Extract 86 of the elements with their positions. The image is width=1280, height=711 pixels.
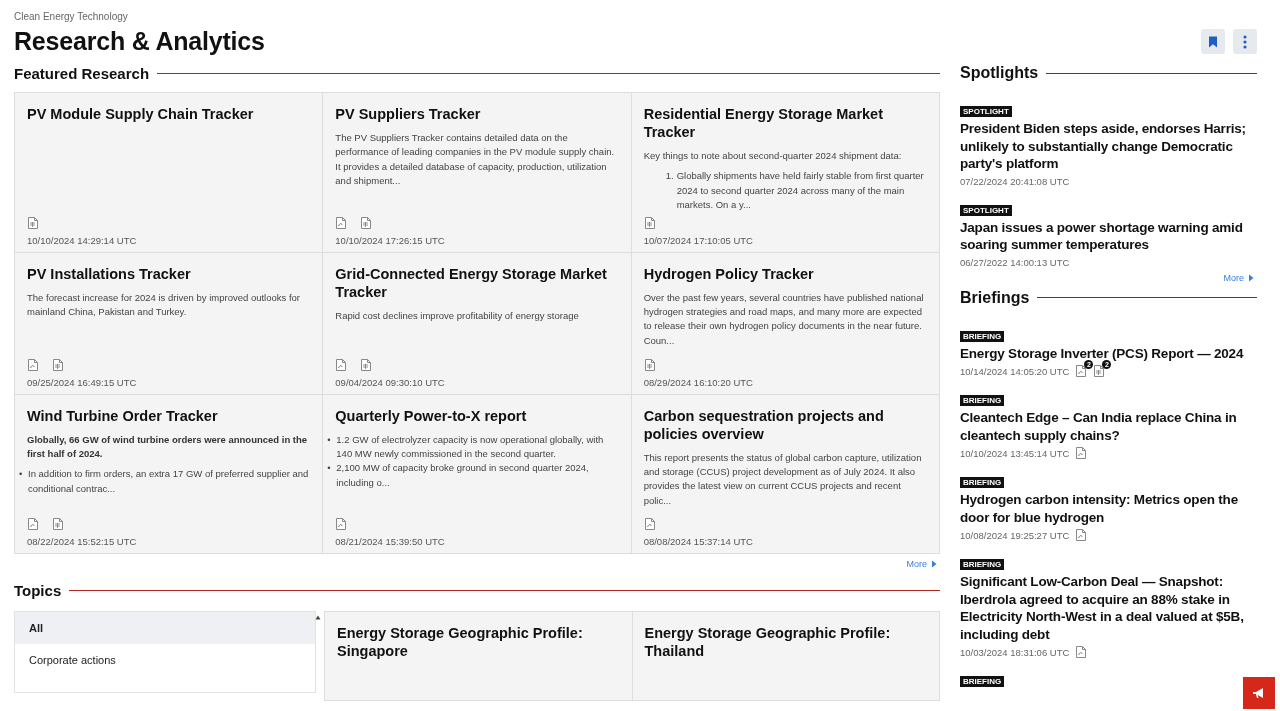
category-tag: BRIEFING [960,330,1005,342]
card-title[interactable]: Carbon sequestration projects and policies overview [643,406,927,443]
card-title[interactable]: Energy Storage Geographic Profile: Singapore [337,624,620,661]
research-card[interactable] [631,252,939,394]
page-title: Research & Analytics [14,27,265,56]
card-summary: Rapid cost declines improve profitability of energy storage [335,308,580,323]
card-title[interactable]: Quarterly Power-to-X report [335,406,619,425]
category-tag: BRIEFING [960,559,1005,570]
headline-link[interactable]: Japan issues a power shortage warning amid soaring summer temperatures [960,218,1257,254]
section-heading: Featured Research [14,64,150,82]
card-title[interactable]: Wind Turbine Order Tracker [27,406,311,425]
research-card[interactable]: PV Module Supply Chain Tracker 10/10/2024 14:29:14 UTC [15,93,323,252]
timestamp: 10/10/2024 17:26:15 UTC [335,234,446,246]
megaphone-icon [1252,687,1266,699]
research-card[interactable] [15,394,323,554]
timestamp: 10/03/2024 18:31:06 UTC [960,646,1070,658]
list-item-text: 1.2 GW of electrolyzer capacity is now operational globally, with 140 MW newly commissioned in the second quarter. [336,432,605,462]
bullet: • [19,467,24,482]
more-options-button[interactable] [1233,29,1257,54]
bullet: • [327,461,332,476]
pdf-file-icon[interactable] [1075,365,1088,377]
topic-item[interactable]: All [15,612,315,645]
research-card[interactable] [631,394,939,554]
research-card[interactable] [631,93,939,252]
research-card[interactable]: Grid-Connected Energy Storage Market Tracker Rapid cost declines improve profitability of energy storage 09/04/2024 09:30:10 UTC [323,252,631,394]
section-heading: Topics [14,581,62,599]
headline-link[interactable]: Cleantech Edge – Can India replace China in cleantech supply chains? [960,409,1257,444]
research-card[interactable] [323,394,631,554]
timestamp: 10/14/2024 14:05:20 UTC [960,365,1070,377]
timestamp: 10/07/2024 17:10:05 UTC [643,234,754,246]
section-heading: Briefings [960,288,1030,307]
feedback-button[interactable] [1243,677,1275,709]
list-number: 1. [665,169,675,184]
topic-item[interactable]: Corporate actions [15,644,315,677]
timestamp: 09/25/2024 16:49:15 UTC [27,376,138,388]
card-title[interactable]: PV Installations Tracker [27,264,311,283]
caret-icon [1248,273,1254,282]
card-title[interactable]: Energy Storage Geographic Profile: Thailand [644,624,927,661]
bullet: • [327,432,332,447]
timestamp: 08/21/2024 15:39:50 UTC [335,536,446,548]
headline-link[interactable]: Hydrogen carbon intensity: Metrics open the door for blue hydrogen [960,491,1257,526]
category-tag: SPOTLIGHT [960,106,1012,117]
research-card[interactable]: PV Installations Tracker The forecast increase for 2024 is driven by improved outlooks for mainland China, Pakistan and Turkey. 09/25/2024 16:49:15 UTC [15,252,323,394]
section-heading: Spotlights [960,64,1039,82]
topic-card[interactable]: Energy Storage Geographic Profile: Thailand [632,612,939,701]
more-link[interactable]: More [906,559,937,570]
kebab-menu-icon [1243,34,1247,49]
category-tag: BRIEFING [960,477,1005,488]
timestamp: 07/22/2024 20:41:08 UTC [960,175,1070,187]
timestamp: 10/10/2024 13:45:14 UTC [960,447,1070,459]
card-title[interactable]: Grid-Connected Energy Storage Market Tracker [335,264,619,301]
category-tag: SPOTLIGHT [960,204,1012,216]
card-summary: This report presents the status of global carbon capture, utilization and storage (CCUS) project development as of July 2024. It also provides the latest view on current CCUS projects and recent polic... [643,450,923,508]
timestamp: 08/22/2024 15:52:15 UTC [27,536,138,548]
card-summary: The forecast increase for 2024 is driven by improved outlooks for mainland China, Pakistan and Turkey. [27,290,301,320]
category-tag: BRIEFING [960,676,1005,687]
timestamp: 08/29/2024 16:10:20 UTC [643,376,754,388]
list-item-text: In addition to firm orders, an extra 17 GW of preferred supplier and conditional contrac... [28,467,310,496]
card-summary: The PV Suppliers Tracker contains detailed data on the performance of leading companies in the PV module supply chain. It provides a detailed database of capacity, production, utilization and shipment... [335,131,616,189]
topic-card[interactable]: Energy Storage Geographic Profile: Singapore [325,612,632,701]
card-title[interactable]: PV Suppliers Tracker [335,105,619,123]
timestamp: 10/08/2024 19:25:27 UTC [960,529,1070,541]
card-summary: Key things to note about second-quarter 2024 shipment data: [643,149,903,163]
category-tag: BRIEFING [960,395,1005,406]
card-summary: Globally, 66 GW of wind turbine orders were announced in the first half of 2024. [27,432,309,462]
card-title[interactable]: Residential Energy Storage Market Tracker [643,105,927,141]
research-card[interactable] [323,93,631,252]
headline-link[interactable]: President Biden steps aside, endorses Harris; unlikely to substantially change Democratic party's platform [960,120,1257,173]
headline-link[interactable]: Significant Low-Carbon Deal — Snapshot: Iberdrola agreed to acquire an 88% stake in Electricity North-West in a deal valued at $5B, including debt [960,573,1257,643]
scroll-up-icon[interactable] [315,615,321,621]
card-title[interactable]: Hydrogen Policy Tracker [643,264,927,283]
breadcrumb[interactable]: Clean Energy Technology [14,11,265,22]
headline-link[interactable]: Energy Storage Inverter (PCS) Report — 2024 [960,344,1257,362]
bookmark-icon [1208,35,1218,48]
list-item-text: Globally shipments have held fairly stable from first quarter 2024 to second quarter 2024 across many of the main markets. On a y... [676,169,925,213]
more-link[interactable]: More [1223,272,1254,283]
caret-icon [931,560,937,569]
timestamp: 08/08/2024 15:37:14 UTC [643,536,754,548]
card-summary: Over the past few years, several countries have published national hydrogen strategies and road maps, and many more are expected to release their own hydrogen policy documents in the near future. Coun... [643,290,925,348]
timestamp: 10/10/2024 14:29:14 UTC [27,234,138,246]
timestamp: 09/04/2024 09:30:10 UTC [335,376,446,388]
bookmark-button[interactable] [1201,29,1225,54]
timestamp: 06/27/2022 14:00:13 UTC [960,256,1070,268]
list-item-text: 2,100 MW of capacity broke ground in second quarter 2024, including o... [336,461,590,490]
spreadsheet-file-icon[interactable] [1093,365,1106,377]
card-title[interactable]: PV Module Supply Chain Tracker [27,105,311,123]
